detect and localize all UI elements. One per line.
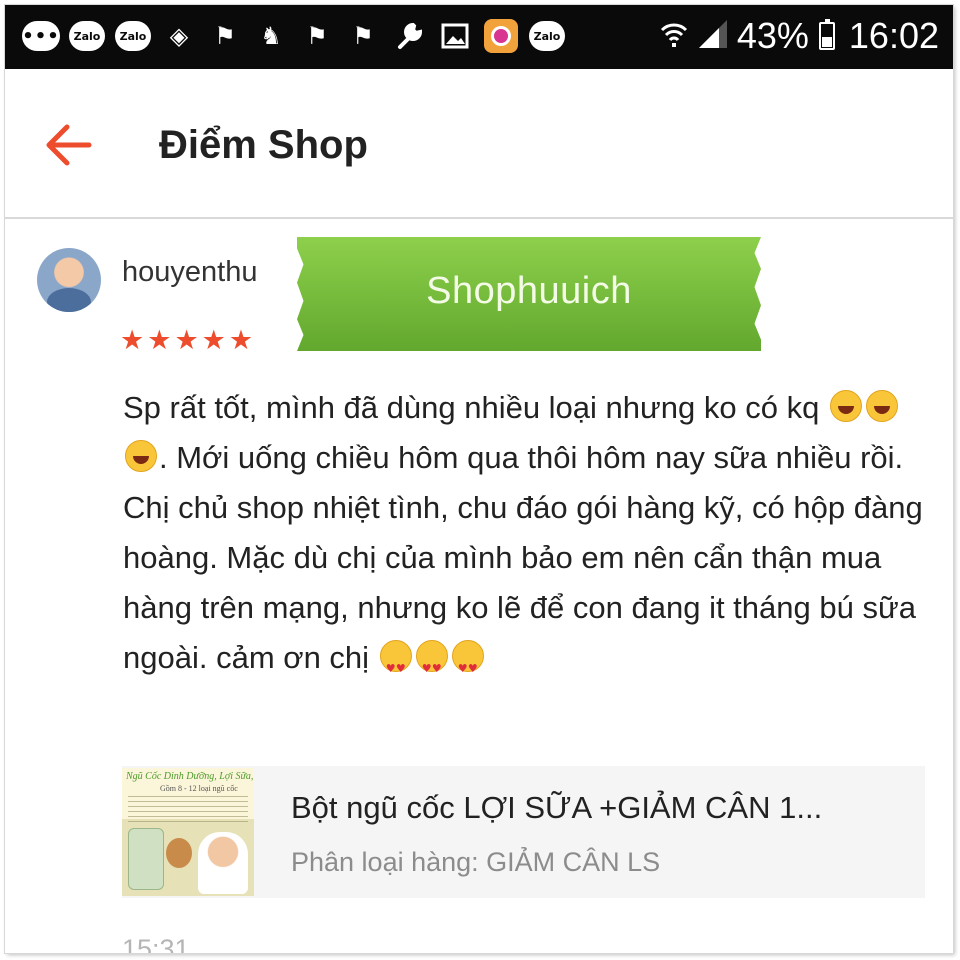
flag-icon: ⚑ — [214, 22, 236, 50]
product-thumbnail: Ngũ Cốc Dinh Dưỡng, Lợi Sữa, Giảm Cân Gồ… — [122, 768, 254, 896]
back-arrow-icon — [46, 124, 92, 166]
image-icon — [437, 19, 473, 53]
status-bar: ••• Zalo Zalo ◈ ⚑ ♞ ⚑ ⚑ Zalo 43% 16:02 — [5, 5, 953, 69]
thumbnail-jar — [128, 828, 164, 890]
zalo-icon: Zalo — [529, 19, 565, 53]
heart-eyes-emoji-icon — [379, 640, 412, 694]
review-timestamp: 15:31 — [122, 934, 190, 953]
zalo-icon: Zalo — [69, 19, 105, 53]
reviewer-username[interactable]: houyenthu — [122, 256, 257, 289]
signal-icon — [697, 18, 729, 55]
thumbnail-title: Ngũ Cốc Dinh Dưỡng, Lợi Sữa, Giảm Cân — [126, 771, 254, 782]
reviewer-avatar[interactable] — [37, 248, 101, 312]
zalo-icon: Zalo — [115, 19, 151, 53]
star-icon: ★ — [201, 325, 226, 356]
review-text-part-1: Sp rất tốt, mình đã dùng nhiều loại nhưn… — [123, 390, 828, 425]
camera-app-icon — [483, 19, 519, 53]
star-icon: ★ — [228, 325, 254, 356]
rating-stars: ★ ★ ★ ★ ★ — [120, 327, 253, 354]
laughing-emoji-icon — [865, 390, 898, 422]
laughing-emoji-icon — [125, 440, 157, 472]
back-button[interactable] — [43, 123, 93, 167]
clock: 16:02 — [848, 15, 939, 56]
thumbnail-grains — [166, 838, 192, 868]
flag-icon: ⚑ — [306, 22, 328, 50]
currency-icon: ◈ — [169, 22, 189, 50]
wrench-icon — [391, 19, 427, 53]
watermark-text: Shophuuich — [426, 269, 632, 312]
shop-watermark-banner: Shophuuich — [297, 237, 761, 351]
review-text: Sp rất tốt, mình đã dùng nhiều loại nhưn… — [123, 383, 923, 694]
battery-percent: 43% — [736, 15, 809, 56]
heart-eyes-emoji-icon — [451, 640, 484, 694]
star-icon: ★ — [174, 325, 199, 356]
thumbnail-text-block — [128, 796, 248, 822]
app-header: Điểm Shop — [5, 69, 953, 219]
thumbnail-baby — [198, 832, 248, 894]
notification-icons: ••• Zalo Zalo ◈ ⚑ ♞ ⚑ ⚑ Zalo — [22, 19, 565, 53]
flag-icon: ⚑ — [352, 22, 374, 50]
thumbnail-subtitle: Gồm 8 - 12 loại ngũ cốc — [160, 784, 238, 793]
product-card[interactable]: Ngũ Cốc Dinh Dưỡng, Lợi Sữa, Giảm Cân Gồ… — [122, 766, 925, 898]
product-name: Bột ngũ cốc LỢI SỮA +GIẢM CÂN 1... — [291, 790, 823, 825]
star-icon: ★ — [147, 325, 172, 356]
system-status: 43% 16:02 — [659, 15, 939, 57]
app-screen: ••• Zalo Zalo ◈ ⚑ ♞ ⚑ ⚑ Zalo 43% 16:02 Đ… — [5, 5, 953, 953]
laughing-emoji-icon — [829, 390, 862, 422]
star-icon: ★ — [120, 325, 145, 356]
battery-icon — [818, 19, 835, 50]
heart-eyes-emoji-icon — [415, 640, 448, 694]
product-variant: Phân loại hàng: GIẢM CÂN LS — [291, 847, 661, 877]
more-icon: ••• — [22, 19, 60, 53]
person-icon: ♞ — [260, 22, 282, 50]
wifi-icon — [659, 18, 689, 55]
page-title: Điểm Shop — [159, 123, 368, 167]
review-text-part-2: . Mới uống chiều hôm qua thôi hôm nay sữ… — [123, 440, 923, 675]
